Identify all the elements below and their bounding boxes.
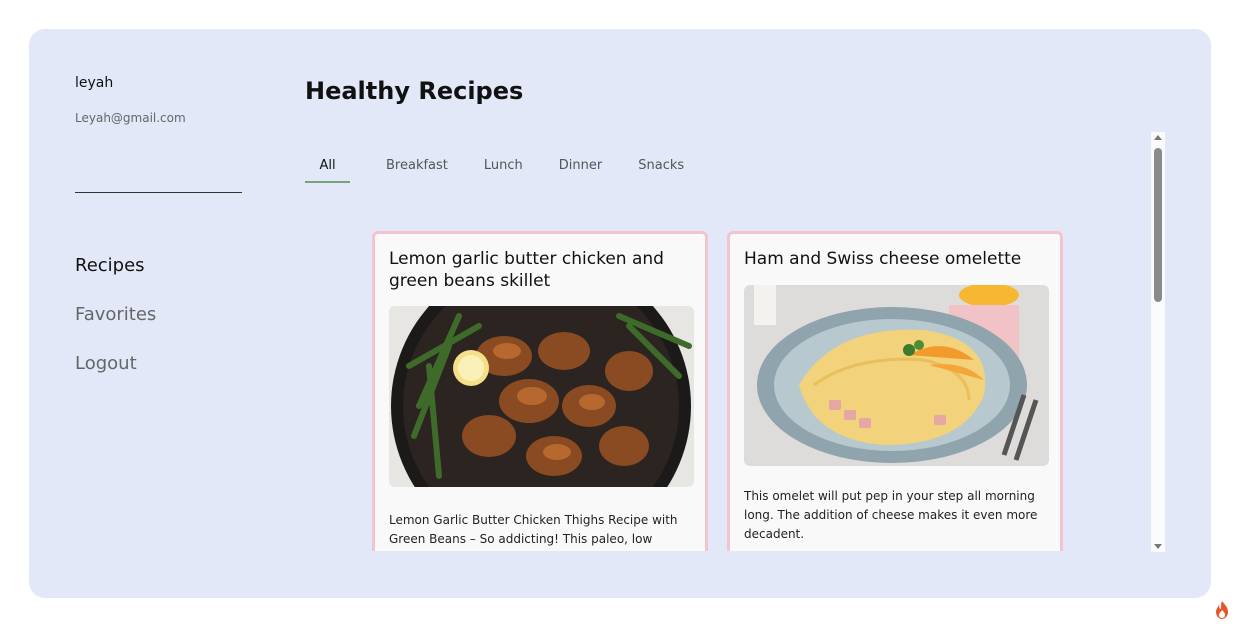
scrollbar[interactable] (1151, 132, 1165, 552)
page-title: Healthy Recipes (305, 77, 524, 105)
sidebar-item-favorites[interactable]: Favorites (75, 303, 156, 327)
recipe-title: Lemon garlic butter chicken and green be… (389, 249, 664, 291)
user-email: Leyah@gmail.com (75, 111, 186, 125)
sidebar-divider (75, 192, 242, 193)
scroll-up-icon[interactable] (1154, 135, 1162, 140)
recipe-card[interactable]: Lemon garlic butter chicken and green be… (372, 231, 708, 551)
omelette-plate-image (744, 285, 1049, 466)
recipe-description: This omelet will put pep in your step al… (744, 489, 1038, 541)
recipe-list: Lemon garlic butter chicken and green be… (305, 131, 1167, 551)
recipe-description: Lemon Garlic Butter Chicken Thighs Recip… (389, 513, 678, 546)
skillet-chicken-image (389, 306, 694, 487)
scroll-down-icon[interactable] (1154, 544, 1162, 549)
sidebar-item-logout[interactable]: Logout (75, 352, 156, 376)
user-name: leyah (75, 75, 114, 91)
fire-icon[interactable] (1213, 600, 1231, 620)
sidebar-item-recipes[interactable]: Recipes (75, 254, 156, 278)
recipe-card[interactable]: Ham and Swiss cheese omelette This omele… (727, 231, 1063, 551)
main-panel: leyah Leyah@gmail.com Recipes Favorites … (29, 29, 1211, 598)
sidebar-nav: Recipes Favorites Logout (75, 254, 156, 401)
recipe-title: Ham and Swiss cheese omelette (744, 249, 1022, 269)
scrollbar-thumb[interactable] (1154, 148, 1162, 302)
